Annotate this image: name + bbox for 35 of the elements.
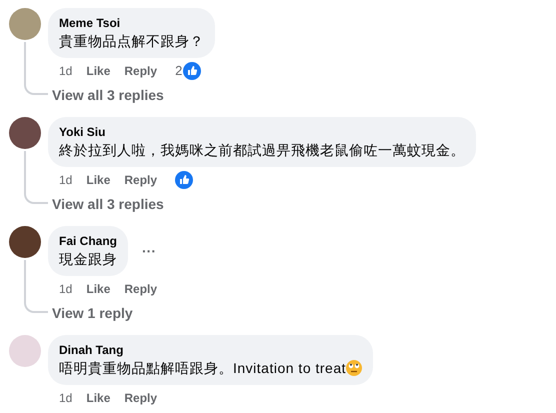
view-replies-link[interactable]: View 1 reply — [52, 303, 133, 323]
view-replies-link[interactable]: View all 3 replies — [52, 194, 164, 214]
author-name[interactable]: Yoki Siu — [59, 124, 465, 140]
timestamp[interactable]: 1d — [59, 280, 72, 298]
reply-link[interactable]: Reply — [124, 62, 158, 80]
thread-connector-line — [24, 84, 48, 95]
comment-text: 終於拉到人啦，我媽咪之前都試過畀飛機老鼠偷咗一萬蚊現金。 — [59, 141, 465, 160]
author-name[interactable]: Dinah Tang — [59, 342, 362, 358]
comment-text: 貴重物品点解不跟身？ — [59, 32, 204, 51]
like-link[interactable]: Like — [86, 62, 110, 80]
thread-line — [24, 260, 26, 302]
author-name[interactable]: Fai Chang — [59, 233, 118, 249]
avatar[interactable] — [9, 117, 41, 149]
thread-line — [24, 151, 26, 193]
like-icon — [183, 62, 202, 80]
reply-link[interactable]: Reply — [124, 171, 158, 189]
thread-connector-line — [24, 193, 48, 204]
timestamp[interactable]: 1d — [59, 389, 72, 407]
timestamp[interactable]: 1d — [59, 171, 72, 189]
timestamp[interactable]: 1d — [59, 62, 72, 80]
like-link[interactable]: Like — [86, 171, 110, 189]
thread-connector-line — [24, 302, 48, 313]
comment-text: 唔明貴重物品點解唔跟身。Invitation to treat — [59, 359, 346, 378]
reply-link[interactable]: Reply — [124, 280, 158, 298]
more-button[interactable]: ··· — [142, 240, 156, 262]
reaction-count: 2 — [175, 62, 182, 80]
like-link[interactable]: Like — [86, 389, 110, 407]
reply-link[interactable]: Reply — [124, 389, 158, 407]
comment-text: 現金跟身 — [59, 250, 117, 269]
like-link[interactable]: Like — [86, 280, 110, 298]
like-icon — [175, 171, 194, 189]
avatar[interactable] — [9, 226, 41, 258]
view-replies-link[interactable]: View all 3 replies — [52, 85, 164, 105]
author-name[interactable]: Meme Tsoi — [59, 15, 204, 31]
thread-line — [24, 42, 26, 84]
